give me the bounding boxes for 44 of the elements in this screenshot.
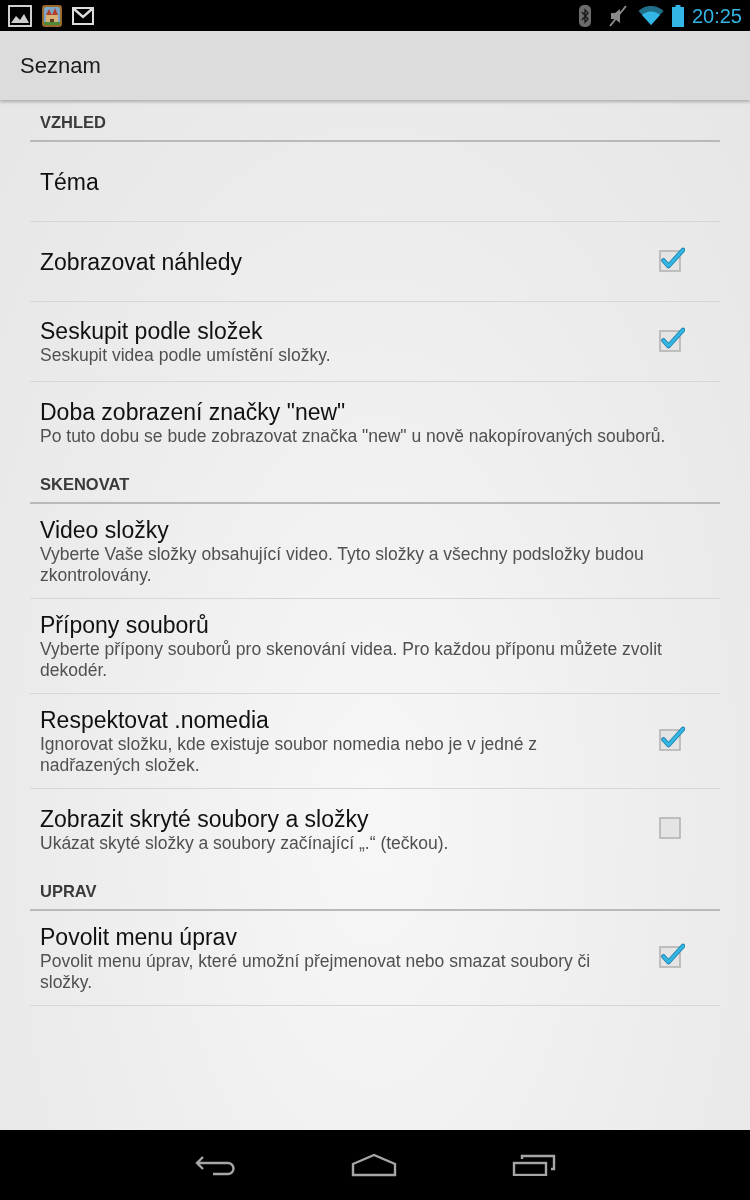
category-header: SKENOVAT: [30, 462, 720, 504]
preference-summary: Povolit menu úprav, které umožní přejmenovat nebo smazat soubory či složky.: [40, 951, 592, 993]
muted-speaker-icon: [607, 4, 628, 27]
preference-title: Zobrazovat náhledy: [40, 247, 243, 276]
preference-item[interactable]: Povolit menu úprav Povolit menu úprav, které umožní přejmenovat nebo smazat soubory či složky.: [30, 911, 720, 1006]
checked-checkbox[interactable]: [659, 326, 685, 353]
battery-icon: [671, 4, 684, 27]
preference-item[interactable]: Zobrazit skryté soubory a složky Ukázat skyté složky a soubory začínající „.“ (tečkou).: [30, 789, 720, 869]
wifi-icon: [637, 5, 664, 26]
preference-title: Seskupit podle složek: [40, 317, 264, 345]
checked-checkbox[interactable]: [659, 726, 685, 752]
checked-checkbox[interactable]: [659, 246, 685, 273]
preference-title: Video složky: [40, 516, 170, 544]
screen-title: Seznam: [20, 52, 101, 79]
back-icon[interactable]: [194, 1154, 236, 1176]
preference-summary: Vyberte přípony souborů pro skenování videa. Pro každou příponu můžete zvolit dekodér.: [40, 639, 663, 681]
preference-summary: Seskupit videa podle umístění složky.: [40, 345, 332, 366]
preference-title: Doba zobrazení značky "new": [40, 397, 347, 426]
preference-title: Přípony souborů: [40, 611, 210, 639]
status-time: 20:25: [691, 3, 742, 28]
preference-title: Zobrazit skryté soubory a složky: [40, 804, 370, 833]
preference-summary: Ignorovat složku, kde existuje soubor nomedia nebo je v jedné z nadřazených složek.: [40, 734, 539, 776]
preference-summary: Po tuto dobu se bude zobrazovat značka "new" u nově nakopírovaných souborů.: [40, 425, 667, 447]
picture-icon: [8, 4, 32, 27]
category-header: UPRAV: [30, 869, 720, 911]
preference-summary: Ukázat skyté složky a soubory začínající „.“ (tečkou).: [40, 832, 450, 854]
preference-item[interactable]: Doba zobrazení značky "new" Po tuto dobu se bude zobrazovat značka "new" u nově nakopírovaných souborů.: [30, 382, 720, 462]
preference-title: Téma: [40, 167, 100, 196]
preference-item[interactable]: Zobrazovat náhledy: [30, 222, 720, 302]
preference-summary: Vyberte Vaše složky obsahující video. Tyto složky a všechny podsložky budou zkontrolovány.: [40, 544, 645, 586]
preference-item[interactable]: Respektovat .nomedia Ignorovat složku, kde existuje soubor nomedia nebo je v jedné z nadřazených složek.: [30, 694, 720, 789]
preference-title: Respektovat .nomedia: [40, 706, 270, 734]
category-header: VZHLED: [30, 100, 720, 142]
preference-item[interactable]: Video složky Vyberte Vaše složky obsahující video. Tyto složky a všechny podsložky budou zkontrolovány.: [30, 504, 720, 599]
preference-item[interactable]: Přípony souborů Vyberte přípony souborů pro skenování videa. Pro každou příponu můžete zvolit dekodér.: [30, 599, 720, 694]
home-icon[interactable]: [351, 1153, 397, 1177]
preference-item[interactable]: Seskupit podle složek Seskupit videa podle umístění složky.: [30, 302, 720, 382]
bluetooth-icon: [578, 4, 591, 27]
recent-apps-icon[interactable]: [512, 1154, 556, 1176]
preference-item[interactable]: Téma: [30, 142, 720, 222]
preference-title: Povolit menu úprav: [40, 923, 238, 951]
castle-app-icon: [42, 4, 62, 27]
checked-checkbox[interactable]: [659, 943, 685, 969]
mail-icon: [72, 6, 94, 25]
